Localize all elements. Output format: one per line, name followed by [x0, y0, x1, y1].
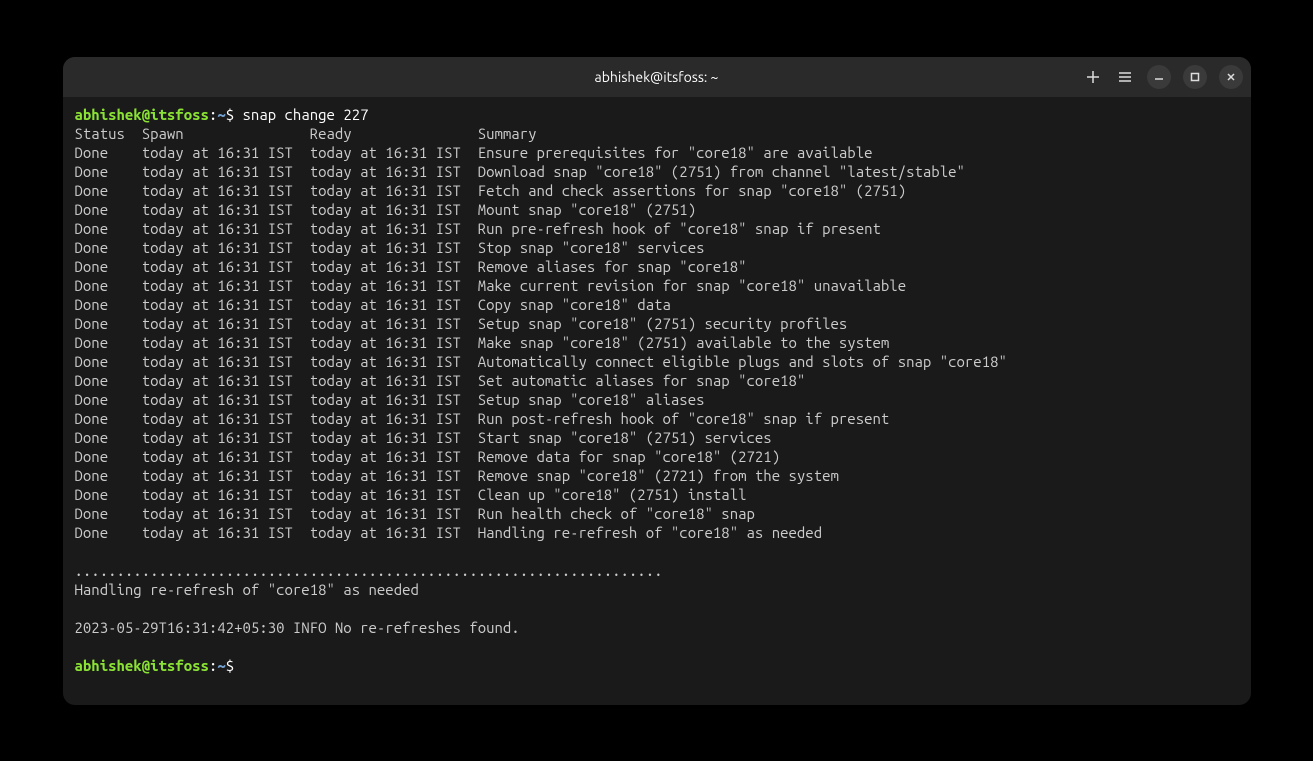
table-row: Done today at 16:31 IST today at 16:31 I…	[75, 315, 848, 332]
prompt-line: abhishek@itsfoss:~$ snap change 227	[75, 106, 369, 123]
new-tab-button[interactable]	[1083, 67, 1103, 87]
table-row: Done today at 16:31 IST today at 16:31 I…	[75, 524, 823, 541]
table-row: Done today at 16:31 IST today at 16:31 I…	[75, 163, 965, 180]
table-row: Done today at 16:31 IST today at 16:31 I…	[75, 277, 907, 294]
command-text: snap change 227	[234, 106, 368, 123]
close-icon	[1225, 71, 1237, 83]
table-row: Done today at 16:31 IST today at 16:31 I…	[75, 467, 839, 484]
maximize-button[interactable]	[1183, 65, 1207, 89]
table-row: Done today at 16:31 IST today at 16:31 I…	[75, 220, 881, 237]
table-row: Done today at 16:31 IST today at 16:31 I…	[75, 391, 705, 408]
info-line: 2023-05-29T16:31:42+05:30 INFO No re-ref…	[75, 619, 520, 636]
table-row: Done today at 16:31 IST today at 16:31 I…	[75, 372, 806, 389]
table-row: Done today at 16:31 IST today at 16:31 I…	[75, 429, 772, 446]
table-row: Done today at 16:31 IST today at 16:31 I…	[75, 505, 755, 522]
maximize-icon	[1189, 71, 1201, 83]
terminal-window: abhishek@itsfoss: ~ abhishek@itsfoss:~$ …	[63, 57, 1251, 705]
prompt-path: ~	[217, 106, 225, 123]
menu-button[interactable]	[1115, 67, 1135, 87]
table-row: Done today at 16:31 IST today at 16:31 I…	[75, 201, 697, 218]
window-title: abhishek@itsfoss: ~	[595, 69, 719, 85]
terminal-body[interactable]: abhishek@itsfoss:~$ snap change 227 Stat…	[63, 97, 1251, 705]
minimize-icon	[1153, 71, 1165, 83]
minimize-button[interactable]	[1147, 65, 1171, 89]
titlebar: abhishek@itsfoss: ~	[63, 57, 1251, 97]
prompt-dollar: $	[226, 106, 234, 123]
table-row: Done today at 16:31 IST today at 16:31 I…	[75, 448, 781, 465]
plus-icon	[1085, 69, 1101, 85]
cursor-area	[234, 657, 242, 674]
close-button[interactable]	[1219, 65, 1243, 89]
handling-line: Handling re-refresh of "core18" as neede…	[75, 581, 419, 598]
prompt-user: abhishek@itsfoss	[75, 657, 209, 674]
table-header: Status Spawn Ready Summary	[75, 125, 537, 142]
hamburger-icon	[1117, 69, 1133, 85]
table-row: Done today at 16:31 IST today at 16:31 I…	[75, 353, 1007, 370]
table-row: Done today at 16:31 IST today at 16:31 I…	[75, 239, 705, 256]
table-row: Done today at 16:31 IST today at 16:31 I…	[75, 410, 890, 427]
table-row: Done today at 16:31 IST today at 16:31 I…	[75, 144, 873, 161]
table-row: Done today at 16:31 IST today at 16:31 I…	[75, 296, 671, 313]
progress-dots: ........................................…	[75, 562, 663, 579]
titlebar-controls	[1083, 65, 1243, 89]
table-row: Done today at 16:31 IST today at 16:31 I…	[75, 334, 890, 351]
table-row: Done today at 16:31 IST today at 16:31 I…	[75, 486, 747, 503]
table-row: Done today at 16:31 IST today at 16:31 I…	[75, 258, 747, 275]
prompt-line: abhishek@itsfoss:~$	[75, 657, 243, 674]
prompt-path: ~	[217, 657, 225, 674]
table-row: Done today at 16:31 IST today at 16:31 I…	[75, 182, 907, 199]
prompt-dollar: $	[226, 657, 234, 674]
prompt-user: abhishek@itsfoss	[75, 106, 209, 123]
